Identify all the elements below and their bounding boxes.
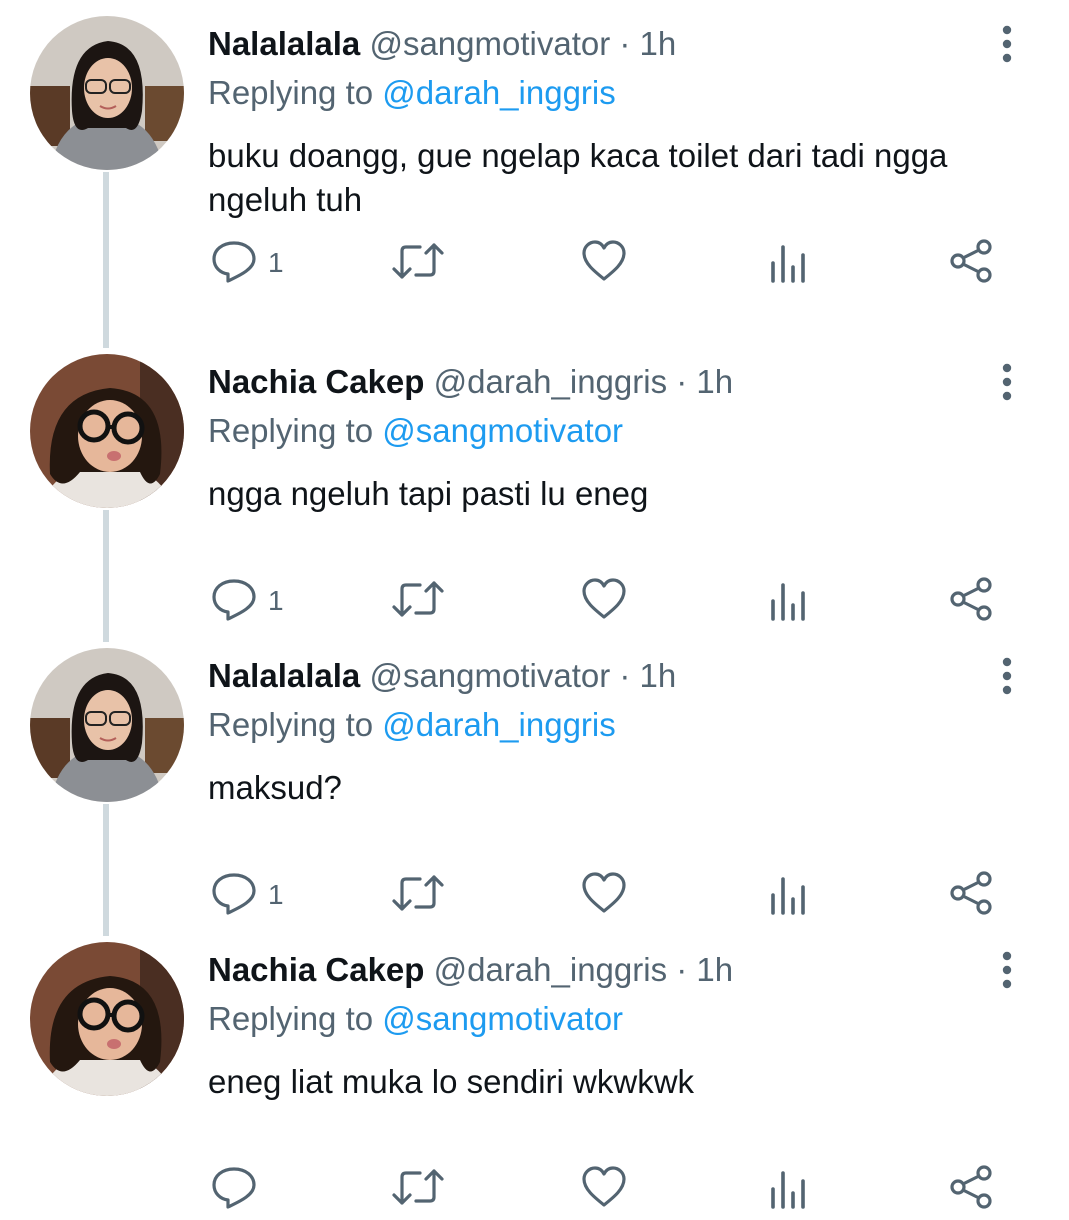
- tweet-header: Nachia Cakep @darah_inggris · 1h: [208, 948, 733, 992]
- like-icon: [580, 575, 628, 628]
- reply-count: 1: [268, 585, 284, 616]
- avatar[interactable]: [30, 16, 184, 170]
- share-button[interactable]: [948, 238, 996, 288]
- retweet-button[interactable]: [390, 576, 446, 626]
- tweet[interactable]: Nalalalala @sangmotivator · 1h Replying …: [0, 632, 1069, 926]
- replying-prefix: Replying to: [208, 706, 374, 743]
- replying-prefix: Replying to: [208, 74, 374, 111]
- replying-to: Replying to @sangmotivator: [208, 997, 623, 1041]
- reply-button[interactable]: 1: [210, 576, 284, 626]
- display-name[interactable]: Nachia Cakep: [208, 363, 424, 400]
- replying-prefix: Replying to: [208, 412, 374, 449]
- avatar[interactable]: [30, 354, 184, 508]
- retweet-button[interactable]: [390, 1164, 446, 1214]
- mention-link[interactable]: @sangmotivator: [382, 1000, 623, 1037]
- mention-link[interactable]: @sangmotivator: [382, 412, 623, 449]
- like-icon: [580, 237, 628, 290]
- tweet[interactable]: Nachia Cakep @darah_inggris · 1h Replyin…: [0, 338, 1069, 632]
- like-button[interactable]: [580, 870, 628, 920]
- like-button[interactable]: [580, 238, 628, 288]
- mention-link[interactable]: @darah_inggris: [382, 74, 615, 111]
- views-icon: [765, 237, 813, 290]
- reply-icon: [210, 869, 258, 922]
- user-handle[interactable]: @darah_inggris: [434, 363, 667, 400]
- avatar[interactable]: [30, 648, 184, 802]
- reply-icon: [210, 575, 258, 628]
- retweet-icon: [390, 869, 446, 922]
- share-button[interactable]: [948, 576, 996, 626]
- action-bar: 1: [0, 576, 1069, 626]
- action-bar: 1: [0, 870, 1069, 920]
- tweet-text: ngga ngeluh tapi pasti lu eneg: [208, 475, 649, 512]
- views-button[interactable]: [765, 238, 813, 288]
- replying-to: Replying to @sangmotivator: [208, 409, 623, 453]
- action-bar: [0, 1164, 1069, 1214]
- avatar[interactable]: [30, 942, 184, 1096]
- display-name[interactable]: Nalalalala: [208, 25, 360, 62]
- more-vertical-icon[interactable]: [990, 948, 1024, 992]
- timestamp[interactable]: · 1h: [619, 657, 676, 694]
- tweet-header: Nalalalala @sangmotivator · 1h: [208, 22, 676, 66]
- retweet-icon: [390, 1163, 446, 1216]
- mention-link[interactable]: @darah_inggris: [382, 706, 615, 743]
- tweet[interactable]: Nachia Cakep @darah_inggris · 1h Replyin…: [0, 926, 1069, 1220]
- share-icon: [948, 869, 996, 922]
- more-vertical-icon[interactable]: [990, 22, 1024, 66]
- share-icon: [948, 1163, 996, 1216]
- reply-button[interactable]: [210, 1164, 268, 1214]
- tweet-header: Nachia Cakep @darah_inggris · 1h: [208, 360, 733, 404]
- views-button[interactable]: [765, 870, 813, 920]
- retweet-button[interactable]: [390, 870, 446, 920]
- share-button[interactable]: [948, 1164, 996, 1214]
- tweet[interactable]: Nalalalala @sangmotivator · 1h Replying …: [0, 0, 1069, 294]
- timestamp[interactable]: · 1h: [676, 951, 733, 988]
- action-bar: 1: [0, 238, 1069, 288]
- like-button[interactable]: [580, 576, 628, 626]
- display-name[interactable]: Nalalalala: [208, 657, 360, 694]
- reply-count: 1: [268, 247, 284, 278]
- replying-to: Replying to @darah_inggris: [208, 71, 616, 115]
- retweet-icon: [390, 237, 446, 290]
- user-handle[interactable]: @darah_inggris: [434, 951, 667, 988]
- user-handle[interactable]: @sangmotivator: [369, 657, 610, 694]
- like-button[interactable]: [580, 1164, 628, 1214]
- reply-icon: [210, 1163, 258, 1216]
- replying-prefix: Replying to: [208, 1000, 374, 1037]
- views-button[interactable]: [765, 576, 813, 626]
- tweet-text: buku doangg, gue ngelap kaca toilet dari…: [208, 137, 948, 218]
- share-button[interactable]: [948, 870, 996, 920]
- views-button[interactable]: [765, 1164, 813, 1214]
- tweet-text: eneg liat muka lo sendiri wkwkwk: [208, 1063, 695, 1100]
- retweet-button[interactable]: [390, 238, 446, 288]
- reply-button[interactable]: 1: [210, 238, 284, 288]
- like-icon: [580, 869, 628, 922]
- timestamp[interactable]: · 1h: [676, 363, 733, 400]
- reply-icon: [210, 237, 258, 290]
- views-icon: [765, 869, 813, 922]
- user-handle[interactable]: @sangmotivator: [369, 25, 610, 62]
- like-icon: [580, 1163, 628, 1216]
- views-icon: [765, 1163, 813, 1216]
- tweet-text: maksud?: [208, 769, 342, 806]
- display-name[interactable]: Nachia Cakep: [208, 951, 424, 988]
- reply-button[interactable]: 1: [210, 870, 284, 920]
- share-icon: [948, 575, 996, 628]
- replying-to: Replying to @darah_inggris: [208, 703, 616, 747]
- tweet-header: Nalalalala @sangmotivator · 1h: [208, 654, 676, 698]
- share-icon: [948, 237, 996, 290]
- more-vertical-icon[interactable]: [990, 654, 1024, 698]
- timestamp[interactable]: · 1h: [619, 25, 676, 62]
- retweet-icon: [390, 575, 446, 628]
- more-vertical-icon[interactable]: [990, 360, 1024, 404]
- views-icon: [765, 575, 813, 628]
- reply-count: 1: [268, 879, 284, 910]
